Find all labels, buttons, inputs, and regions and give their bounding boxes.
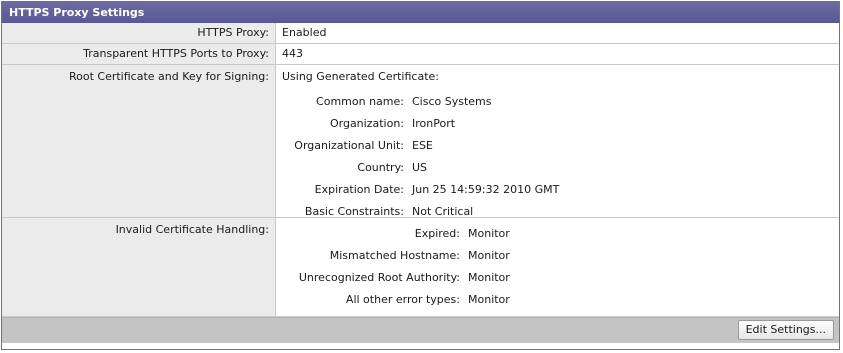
panel-footer: Edit Settings... xyxy=(2,317,839,343)
invalid-field-row: Unrecognized Root Authority: Monitor xyxy=(282,267,839,289)
cert-field-key: Organization: xyxy=(329,117,404,130)
invalid-field-key: Expired: xyxy=(414,227,460,240)
invalid-field-row: All other error types: Monitor xyxy=(282,289,839,311)
cert-field-value: Cisco Systems xyxy=(412,95,492,108)
cert-field-row: Common name: Cisco Systems xyxy=(282,91,839,113)
cert-field-key: Organizational Unit: xyxy=(294,139,404,152)
row-transparent-ports: Transparent HTTPS Ports to Proxy: 443 xyxy=(2,44,839,65)
invalid-field-value: Monitor xyxy=(468,249,510,262)
root-certificate-value: Using Generated Certificate: Common name… xyxy=(276,65,839,218)
cert-field-row: Country: US xyxy=(282,157,839,179)
invalid-certificate-details: Expired: Monitor Mismatched Hostname: Mo… xyxy=(282,218,839,311)
invalid-certificate-value: Expired: Monitor Mismatched Hostname: Mo… xyxy=(276,218,839,316)
invalid-field-row: Mismatched Hostname: Monitor xyxy=(282,245,839,267)
cert-field-row: Expiration Date: Jun 25 14:59:32 2010 GM… xyxy=(282,179,839,201)
root-certificate-summary: Using Generated Certificate: xyxy=(282,70,439,83)
cert-field-row: Organization: IronPort xyxy=(282,113,839,135)
invalid-field-value: Monitor xyxy=(468,293,510,306)
invalid-field-row: Expired: Monitor xyxy=(282,223,839,245)
cert-field-key: Expiration Date: xyxy=(314,183,404,196)
invalid-field-value: Monitor xyxy=(468,227,510,240)
invalid-field-key: Unrecognized Root Authority: xyxy=(298,271,460,284)
invalid-certificate-label: Invalid Certificate Handling: xyxy=(2,218,276,316)
cert-field-value: ESE xyxy=(412,139,433,152)
cert-field-value: IronPort xyxy=(412,117,456,130)
panel-title: HTTPS Proxy Settings xyxy=(2,2,839,23)
row-https-proxy: HTTPS Proxy: Enabled xyxy=(2,23,839,44)
root-certificate-label: Root Certificate and Key for Signing: xyxy=(2,65,276,217)
row-root-certificate: Root Certificate and Key for Signing: Us… xyxy=(2,65,839,218)
cert-field-value: Jun 25 14:59:32 2010 GMT xyxy=(412,183,560,196)
cert-field-key: Common name: xyxy=(316,95,404,108)
invalid-field-key: All other error types: xyxy=(345,293,460,306)
invalid-field-value: Monitor xyxy=(468,271,510,284)
cert-field-key: Country: xyxy=(357,161,404,174)
row-invalid-certificate: Invalid Certificate Handling: Expired: M… xyxy=(2,218,839,317)
transparent-ports-label: Transparent HTTPS Ports to Proxy: xyxy=(2,44,276,64)
transparent-ports-value: 443 xyxy=(276,44,839,64)
certificate-details: Common name: Cisco Systems Organization:… xyxy=(282,83,839,223)
https-proxy-label: HTTPS Proxy: xyxy=(2,23,276,43)
https-proxy-value: Enabled xyxy=(276,23,839,43)
invalid-field-key: Mismatched Hostname: xyxy=(329,249,460,262)
https-proxy-settings-panel: HTTPS Proxy Settings HTTPS Proxy: Enable… xyxy=(1,1,840,350)
cert-field-row: Organizational Unit: ESE xyxy=(282,135,839,157)
edit-settings-button[interactable]: Edit Settings... xyxy=(737,320,834,340)
cert-field-value: US xyxy=(412,161,428,174)
